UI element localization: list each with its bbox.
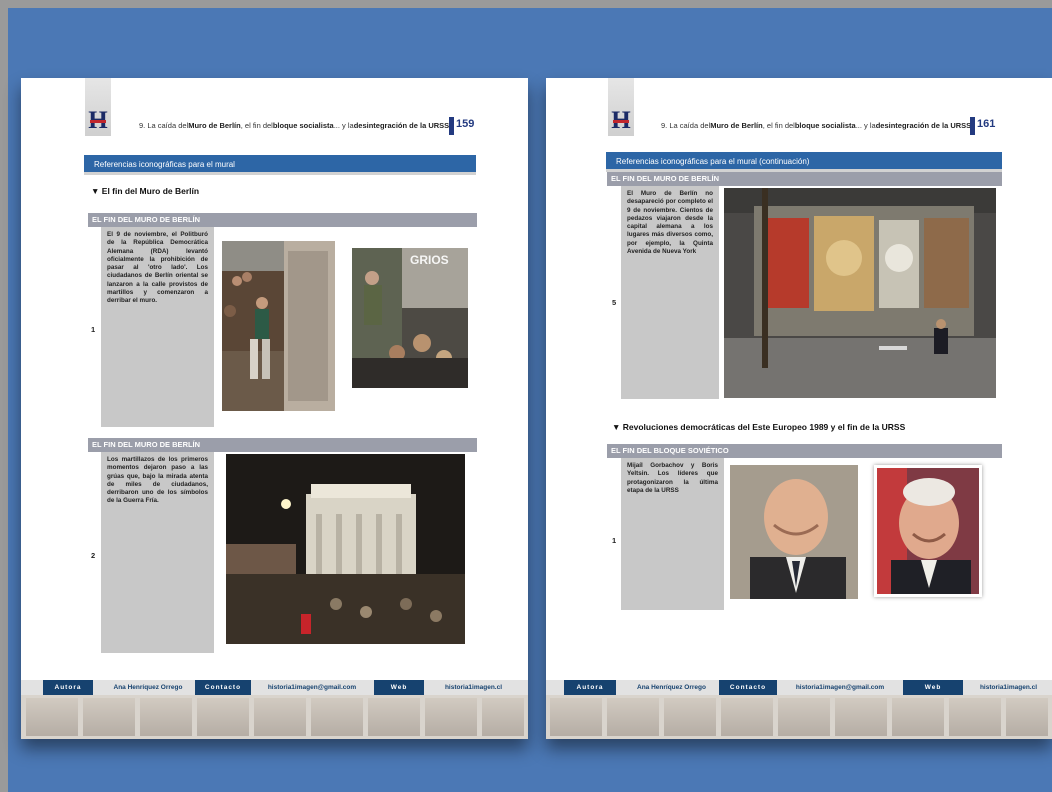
page-number: 159	[456, 118, 475, 130]
footer-thumb	[892, 698, 944, 736]
footer-portrait-strip	[21, 695, 528, 739]
photo-wall-hammering	[222, 241, 335, 411]
row-number: 2	[91, 551, 96, 560]
page-footer: Autora Ana Henríquez Orrego Contacto his…	[21, 680, 528, 739]
section-heading: ▼ Revoluciones democráticas del Este Eur…	[612, 422, 906, 432]
footer-thumb	[1006, 698, 1048, 736]
page-number: 161	[977, 118, 996, 130]
page-159: H 9. La caída delMuro de Berlín, el fin …	[21, 78, 528, 739]
h-logo-icon: H	[85, 108, 111, 134]
page-footer: Autora Ana Henríquez Orrego Contacto his…	[546, 680, 1052, 739]
footer-thumb	[835, 698, 887, 736]
page-161: H 9. La caída delMuro de Berlín, el fin …	[546, 78, 1052, 739]
caption-text: El Muro de Berlín no desapareció por com…	[621, 186, 719, 399]
footer-thumb	[254, 698, 306, 736]
contacto-label: Contacto	[719, 680, 777, 695]
row-header: EL FIN DEL BLOQUE SOVIÉTICO	[607, 444, 1002, 458]
viewer-background: H 9. La caída delMuro de Berlín, el fin …	[8, 8, 1052, 792]
footer-thumb	[949, 698, 1001, 736]
footer-thumb	[607, 698, 659, 736]
contacto-label: Contacto	[195, 680, 251, 695]
row-number: 1	[91, 325, 96, 334]
footer-thumb	[425, 698, 477, 736]
photo-brandenburg-gate-night	[226, 454, 465, 644]
web-link[interactable]: historia1imagen.cl	[431, 680, 516, 695]
running-header: 9. La caída delMuro de Berlín, el fin de…	[139, 121, 450, 130]
header-divider	[970, 117, 975, 135]
footer-thumb	[311, 698, 363, 736]
section-banner: Referencias iconográficas para el mural …	[606, 152, 1002, 172]
caption-text: El 9 de noviembre, el Politburó de la Re…	[101, 227, 214, 427]
photo-crowd-at-wall: GRIOS	[352, 248, 468, 388]
autora-label: Autora	[564, 680, 616, 695]
web-label: Web	[903, 680, 963, 695]
photo-gorbachev	[730, 465, 858, 599]
footer-thumb	[482, 698, 524, 736]
footer-thumb	[197, 698, 249, 736]
row-header: EL FIN DEL MURO DE BERLÍN	[88, 438, 477, 452]
running-header: 9. La caída delMuro de Berlín, el fin de…	[661, 121, 972, 130]
footer-thumb	[550, 698, 602, 736]
autora-value: Ana Henríquez Orrego	[113, 684, 183, 691]
footer-thumb	[664, 698, 716, 736]
h-logo-icon: H	[608, 108, 634, 134]
autora-label: Autora	[43, 680, 93, 695]
row-header: EL FIN DEL MURO DE BERLÍN	[607, 172, 1002, 186]
row-number: 5	[612, 298, 617, 307]
section-heading: ▼ El fin del Muro de Berlín	[91, 186, 200, 196]
section-banner: Referencias iconográficas para el mural	[84, 155, 476, 175]
row-header: EL FIN DEL MURO DE BERLÍN	[88, 213, 477, 227]
footer-bar: Autora Ana Henríquez Orrego Contacto his…	[546, 680, 1052, 695]
caption-text: Mijaíl Gorbachov y Boris Yeltsin. Los lí…	[621, 458, 724, 610]
photo-wall-segments-nyc	[724, 188, 996, 398]
autora-value: Ana Henríquez Orrego	[637, 684, 706, 691]
footer-thumb	[83, 698, 135, 736]
footer-bar: Autora Ana Henríquez Orrego Contacto his…	[21, 680, 528, 695]
footer-thumb	[368, 698, 420, 736]
footer-thumb	[140, 698, 192, 736]
web-label: Web	[374, 680, 424, 695]
caption-text: Los martillazos de los primeros momentos…	[101, 452, 214, 653]
footer-thumb	[721, 698, 773, 736]
contacto-link[interactable]: historia1imagen@gmail.com	[257, 680, 367, 695]
photo-yeltsin	[874, 465, 982, 597]
footer-thumb	[778, 698, 830, 736]
footer-portrait-strip	[546, 695, 1052, 739]
web-link[interactable]: historia1imagen.cl	[971, 680, 1046, 695]
footer-thumb	[26, 698, 78, 736]
graffiti-text: GRIOS	[410, 253, 449, 267]
row-number: 1	[612, 536, 617, 545]
header-divider	[449, 117, 454, 135]
contacto-link[interactable]: historia1imagen@gmail.com	[784, 680, 896, 695]
